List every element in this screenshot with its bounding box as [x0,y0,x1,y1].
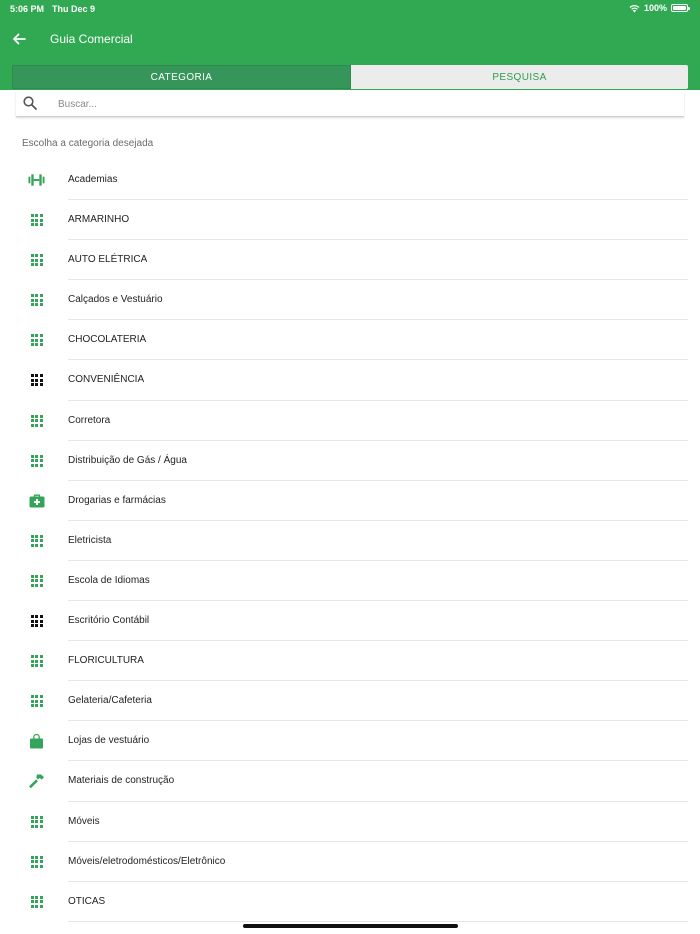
category-label: Corretora [68,414,111,426]
grid-icon [28,814,45,830]
category-label: Escola de Idiomas [68,574,150,586]
section-title: Escolha a categoria desejada [22,138,154,149]
grid-icon [28,894,45,910]
list-item[interactable]: OTICAS [0,882,700,922]
battery-percent: 100% [643,3,667,13]
category-label: Materiais de construção [68,775,175,787]
grid-icon [28,212,45,228]
list-item[interactable]: Calçados e Vestuário [0,280,700,321]
category-label: Drogarias e farmácias [68,494,166,506]
home-indicator [243,924,458,928]
search-bar [16,91,684,117]
grid-icon [28,693,45,709]
grid-icon [28,653,45,669]
list-item[interactable]: Corretora [0,401,700,441]
wifi-icon [629,4,640,12]
category-label: Gelateria/Cafeteria [68,695,152,707]
category-label: CHOCOLATERIA [68,334,147,346]
search-input[interactable] [58,94,658,114]
tab-bar: CATEGORIA PESQUISA [12,65,688,89]
category-label: ARMARINHO [68,214,130,226]
battery-icon [671,4,690,12]
status-date: Thu Dec 9 [52,4,96,14]
list-item[interactable]: Distribuição de Gás / Água [0,441,700,481]
grid-dark-icon [28,613,45,629]
list-item[interactable]: Lojas de vestuário [0,721,700,762]
list-item[interactable]: Drogarias e farmácias [0,481,700,521]
grid-icon [28,453,45,469]
category-label: OTICAS [68,895,106,907]
category-label: FLORICULTURA [68,655,144,667]
grid-icon [28,332,45,348]
app-header: 5:06 PM Thu Dec 9 100% Guia Comercial CA… [0,0,700,90]
grid-icon [28,252,45,268]
back-arrow-icon[interactable] [10,30,28,48]
tab-categoria[interactable]: CATEGORIA [12,65,351,89]
category-label: Escritório Contábil [68,615,150,627]
list-item[interactable]: Escritório Contábil [0,601,700,642]
status-indicators: 100% [629,3,690,13]
grid-icon [28,573,45,589]
grid-icon [28,533,45,549]
category-label: Eletricista [68,534,112,546]
shopping-bag-icon [28,733,45,749]
list-item[interactable]: Móveis/eletrodomésticos/Eletrônico [0,842,700,882]
search-icon [23,96,37,110]
category-label: Academias [68,174,118,185]
hammer-icon [28,773,45,789]
category-label: Distribuição de Gás / Água [68,454,187,466]
list-item[interactable]: Móveis [0,802,700,842]
list-item[interactable]: Materiais de construção [0,761,700,802]
dumbbell-icon [28,172,45,188]
list-item[interactable]: Escola de Idiomas [0,561,700,602]
category-label: Calçados e Vestuário [68,294,163,306]
category-list: Academias ARMARINHO AUTO ELÉTRICA Calçad… [0,160,700,922]
category-label: Lojas de vestuário [68,735,150,747]
list-item[interactable]: CONVENIÊNCIA [0,360,700,401]
list-item[interactable]: AUTO ELÉTRICA [0,240,700,281]
list-item[interactable]: Eletricista [0,521,700,562]
grid-icon [28,413,45,429]
grid-icon [28,854,45,870]
medical-kit-icon [28,493,45,509]
list-item[interactable]: FLORICULTURA [0,641,700,682]
list-item[interactable]: Academias [0,160,700,201]
list-item[interactable]: Gelateria/Cafeteria [0,681,700,722]
list-item[interactable]: ARMARINHO [0,200,700,241]
category-label: Móveis/eletrodomésticos/Eletrônico [68,855,226,867]
status-bar: 5:06 PM Thu Dec 9 100% [0,0,700,18]
category-label: Móveis [68,815,100,827]
list-item[interactable]: CHOCOLATERIA [0,320,700,361]
grid-icon [28,292,45,308]
page-title: Guia Comercial [50,32,133,46]
category-label: AUTO ELÉTRICA [68,254,148,266]
grid-dark-icon [28,372,45,388]
tab-pesquisa[interactable]: PESQUISA [351,65,688,89]
category-label: CONVENIÊNCIA [68,374,145,386]
status-time: 5:06 PM [10,4,45,14]
